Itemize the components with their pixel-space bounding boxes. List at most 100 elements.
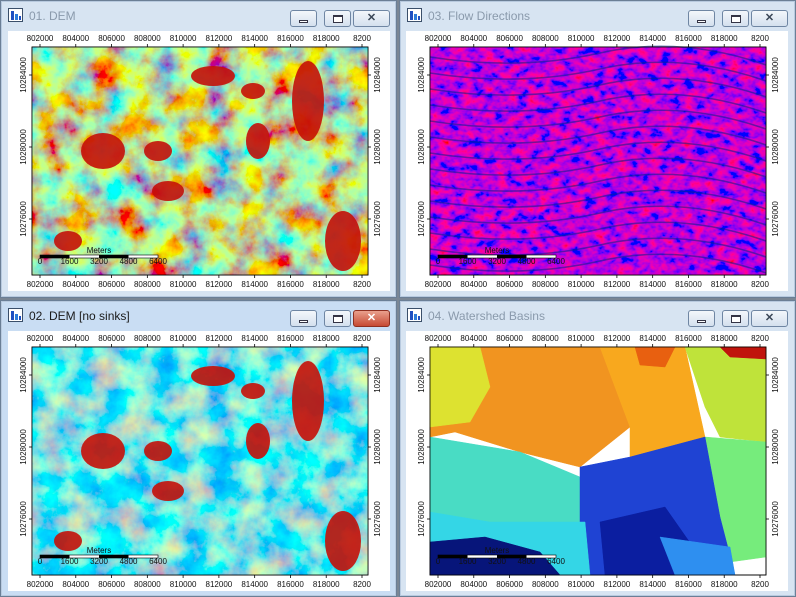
scale-bar-label: 4800: [120, 257, 138, 266]
x-tick-label: 816000: [675, 334, 702, 343]
maximize-button[interactable]: [324, 10, 351, 27]
x-tick-label: 802000: [27, 580, 54, 589]
y-tick-label: 10276000: [19, 501, 28, 537]
minimize-button[interactable]: [688, 310, 715, 327]
x-tick-label: 808000: [532, 34, 559, 43]
scale-bar-label: 3200: [488, 557, 506, 566]
y-tick-label: 10284000: [19, 57, 28, 93]
x-tick-label: 812000: [604, 280, 631, 289]
x-tick-label: 810000: [568, 580, 595, 589]
y-tick-label: 10276000: [771, 201, 780, 237]
window-watershed-basins[interactable]: 04. Watershed Basins ✕ 802000 802000 80400…: [399, 300, 796, 597]
elevation-high-area: [246, 123, 270, 159]
x-tick-label: 810000: [170, 280, 197, 289]
x-tick-label: 814000: [639, 34, 666, 43]
scale-bar-label: 6400: [547, 257, 565, 266]
x-tick-label: 814000: [241, 34, 268, 43]
x-tick-label: 806000: [496, 580, 523, 589]
x-tick-label: 8200: [751, 334, 769, 343]
x-tick-label: 808000: [134, 580, 161, 589]
title-bar[interactable]: 03. Flow Directions ✕: [400, 1, 795, 31]
title-bar[interactable]: 02. DEM [no sinks] ✕: [1, 301, 396, 331]
map-window-icon: [8, 8, 23, 22]
map-svg: 802000 802000 804000 804000 806000 806000 8080…: [19, 334, 382, 589]
x-tick-label: 802000: [27, 334, 54, 343]
y-tick-label: 10280000: [771, 129, 780, 165]
x-tick-label: 806000: [98, 280, 125, 289]
close-button[interactable]: ✕: [751, 10, 788, 27]
scale-bar-label: 0: [436, 257, 441, 266]
x-tick-label: 808000: [532, 580, 559, 589]
elevation-high-area: [292, 61, 324, 141]
y-tick-label: 10280000: [373, 429, 382, 465]
x-tick-label: 802000: [27, 280, 54, 289]
elevation-high-area: [152, 181, 184, 201]
x-tick-label: 816000: [277, 580, 304, 589]
x-tick-label: 802000: [425, 334, 452, 343]
x-tick-label: 816000: [675, 580, 702, 589]
close-button[interactable]: ✕: [353, 10, 390, 27]
y-tick-label: 10284000: [417, 57, 426, 93]
x-tick-label: 812000: [206, 34, 233, 43]
scale-bar-label: 6400: [149, 257, 167, 266]
map-canvas[interactable]: 802000 802000 804000 804000 806000 806000 8080…: [8, 331, 390, 591]
x-tick-label: 806000: [98, 34, 125, 43]
x-tick-label: 814000: [639, 280, 666, 289]
scale-bar-label: 6400: [149, 557, 167, 566]
x-tick-label: 806000: [496, 334, 523, 343]
y-tick-label: 10284000: [19, 357, 28, 393]
y-tick-label: 10280000: [417, 429, 426, 465]
elevation-high-area: [241, 383, 265, 399]
map-window-icon: [407, 8, 422, 22]
map-canvas[interactable]: 802000 802000 804000 804000 806000 806000 8080…: [8, 31, 390, 291]
maximize-button[interactable]: [324, 310, 351, 327]
x-tick-label: 808000: [532, 280, 559, 289]
y-tick-label: 10284000: [771, 357, 780, 393]
maximize-button[interactable]: [722, 10, 749, 27]
x-tick-label: 8200: [353, 334, 371, 343]
scale-bar-unit: Meters: [87, 546, 111, 555]
minimize-icon: [299, 19, 308, 23]
x-tick-label: 818000: [711, 334, 738, 343]
minimize-button[interactable]: [290, 10, 317, 27]
x-tick-label: 802000: [27, 34, 54, 43]
y-tick-label: 10276000: [373, 201, 382, 237]
x-tick-label: 804000: [62, 334, 89, 343]
elevation-high-area: [144, 141, 172, 161]
scale-bar-label: 4800: [518, 257, 536, 266]
x-tick-label: 814000: [241, 580, 268, 589]
y-tick-label: 10284000: [373, 57, 382, 93]
title-bar[interactable]: 01. DEM ✕: [1, 1, 396, 31]
window-dem-no-sinks[interactable]: 02. DEM [no sinks] ✕ 802000 802000 804000 8…: [0, 300, 397, 597]
x-tick-label: 810000: [568, 280, 595, 289]
x-tick-label: 804000: [460, 334, 487, 343]
x-tick-label: 818000: [313, 580, 340, 589]
minimize-icon: [697, 319, 706, 323]
window-dem[interactable]: 01. DEM ✕ 802000 802000 804000 804000 806000…: [0, 0, 397, 298]
elevation-high-area: [54, 231, 82, 251]
scale-bar-label: 3200: [488, 257, 506, 266]
minimize-button[interactable]: [290, 310, 317, 327]
x-tick-label: 806000: [98, 580, 125, 589]
close-button[interactable]: ✕: [751, 310, 788, 327]
title-bar[interactable]: 04. Watershed Basins ✕: [400, 301, 795, 331]
scale-bar-label: 6400: [547, 557, 565, 566]
x-tick-label: 818000: [711, 280, 738, 289]
y-tick-label: 10280000: [19, 129, 28, 165]
x-tick-label: 818000: [711, 34, 738, 43]
map-canvas[interactable]: 802000 802000 804000 804000 806000 806000 8080…: [406, 331, 788, 591]
scale-bar-unit: Meters: [87, 246, 111, 255]
minimize-button[interactable]: [688, 10, 715, 27]
map-canvas[interactable]: 802000 802000 804000 804000 806000 806000 8080…: [406, 31, 788, 291]
x-tick-label: 8200: [353, 34, 371, 43]
x-tick-label: 818000: [711, 580, 738, 589]
x-tick-label: 802000: [425, 580, 452, 589]
x-tick-label: 804000: [62, 280, 89, 289]
elevation-high-area: [152, 481, 184, 501]
close-button[interactable]: ✕: [353, 310, 390, 327]
close-icon: ✕: [366, 312, 377, 324]
map-window-icon: [407, 308, 422, 322]
y-tick-label: 10284000: [771, 57, 780, 93]
maximize-button[interactable]: [722, 310, 749, 327]
window-flow-directions[interactable]: 03. Flow Directions ✕ 802000 802000 804000…: [399, 0, 796, 298]
